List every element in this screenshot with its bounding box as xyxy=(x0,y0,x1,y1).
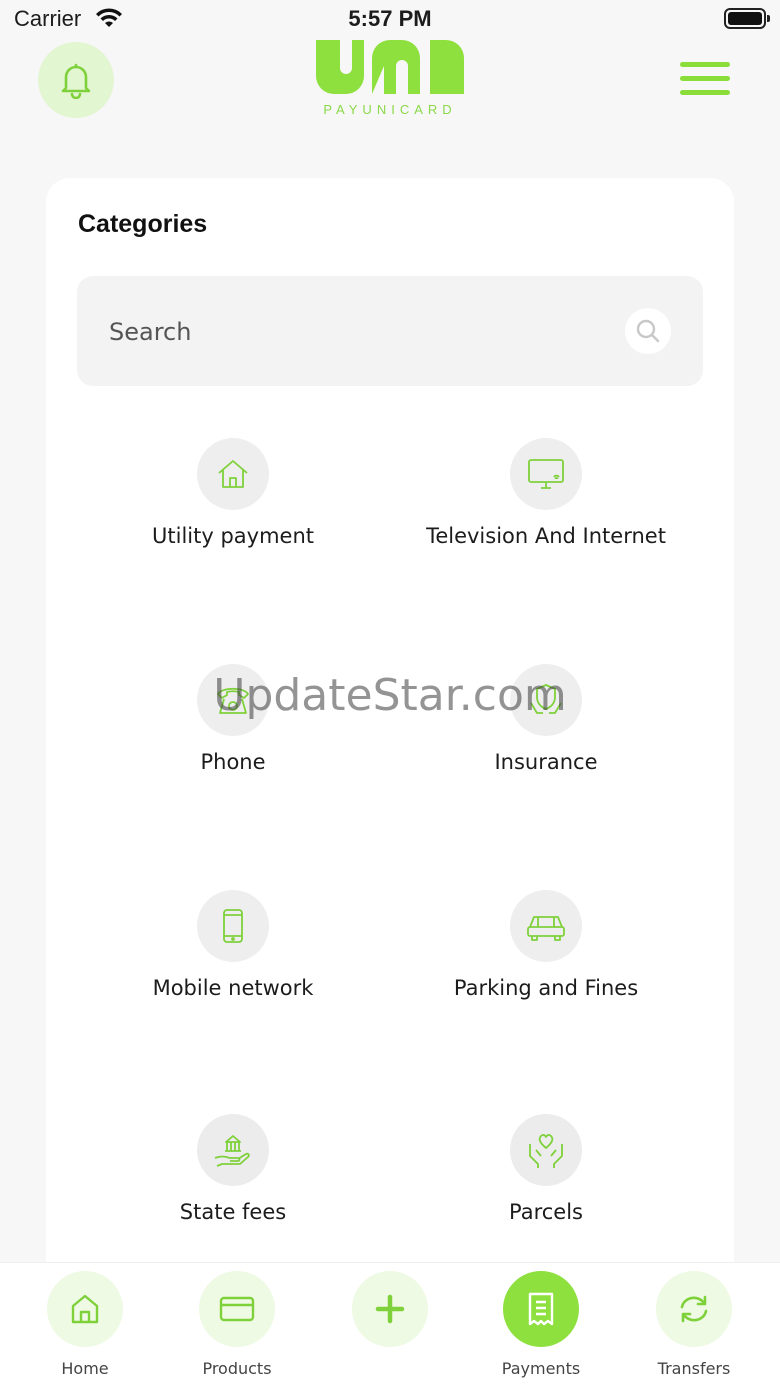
category-label: Phone xyxy=(200,750,266,774)
category-phone[interactable]: Phone xyxy=(73,664,393,774)
category-label: Television And Internet xyxy=(426,524,666,548)
logo-text: PAYUNICARD xyxy=(323,102,457,117)
nav-label: Transfers xyxy=(657,1359,731,1378)
search-button[interactable] xyxy=(625,308,671,354)
clock: 5:57 PM xyxy=(348,6,432,31)
nav-home[interactable]: Home xyxy=(25,1271,145,1378)
category-mobile-network[interactable]: Mobile network xyxy=(73,890,393,1000)
category-label: Parking and Fines xyxy=(453,976,639,1000)
category-label: State fees xyxy=(179,1200,287,1224)
category-parcels[interactable]: Parcels xyxy=(386,1114,706,1224)
card-icon xyxy=(219,1296,255,1322)
nav-products[interactable]: Products xyxy=(177,1271,297,1378)
menu-button[interactable] xyxy=(680,62,730,98)
logo-mark xyxy=(316,40,464,94)
shield-hands-icon xyxy=(530,684,562,714)
category-insurance[interactable]: Insurance xyxy=(386,664,706,774)
heart-hands-icon xyxy=(529,1134,563,1168)
nav-label: Home xyxy=(61,1359,109,1378)
nav-label: Products xyxy=(202,1359,272,1378)
bottom-navigation: Home Products Payments Transfers xyxy=(0,1262,780,1387)
search-bar xyxy=(77,276,703,386)
car-icon xyxy=(527,916,565,941)
receipt-icon xyxy=(528,1292,554,1326)
category-parking-fines[interactable]: Parking and Fines xyxy=(386,890,706,1000)
nav-payments[interactable]: Payments xyxy=(481,1271,601,1378)
notifications-button[interactable] xyxy=(38,42,114,118)
search-icon xyxy=(636,319,660,343)
category-label: Insurance xyxy=(494,750,598,774)
page-title: Categories xyxy=(78,210,208,238)
search-input[interactable] xyxy=(109,312,589,352)
telephone-icon xyxy=(217,687,249,714)
category-label: Parcels xyxy=(508,1200,583,1224)
monitor-icon xyxy=(528,459,564,489)
home-icon xyxy=(218,460,248,488)
refresh-icon xyxy=(680,1295,708,1323)
nav-label: Payments xyxy=(501,1359,581,1378)
category-label: Mobile network xyxy=(152,976,314,1000)
nav-add[interactable] xyxy=(330,1271,450,1359)
hamburger-icon xyxy=(680,62,730,67)
smartphone-icon xyxy=(223,909,243,943)
payunicard-logo: PAYUNICARD xyxy=(312,40,468,122)
battery-icon xyxy=(724,8,770,29)
plus-icon xyxy=(375,1294,405,1324)
category-label: Utility payment xyxy=(152,524,314,548)
category-state-fees[interactable]: State fees xyxy=(73,1114,393,1224)
bell-icon xyxy=(61,63,91,99)
nav-transfers[interactable]: Transfers xyxy=(634,1271,754,1378)
home-icon xyxy=(71,1294,99,1324)
category-television-internet[interactable]: Television And Internet xyxy=(386,438,706,548)
categories-card: Categories Utility payment Television An… xyxy=(46,178,734,1298)
category-utility-payment[interactable]: Utility payment xyxy=(73,438,393,548)
status-bar: Carrier 5:57 PM xyxy=(0,0,780,40)
government-hand-icon xyxy=(214,1135,250,1167)
